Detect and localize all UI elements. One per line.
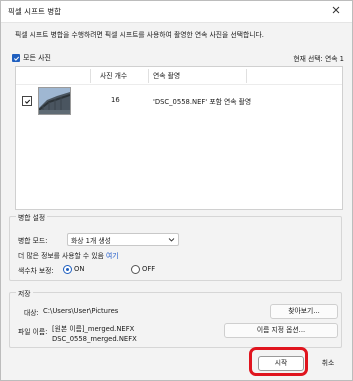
filename-pattern: [원본 이름]_merged.NEFX (52, 325, 135, 333)
select-all-checkbox[interactable]: 모든 사진 (12, 53, 51, 63)
destination-label: 대상: (24, 309, 39, 317)
merge-settings-label: 병합 설정 (16, 212, 48, 222)
radio-off[interactable] (131, 265, 140, 274)
radio-on-label[interactable]: ON (74, 265, 84, 273)
start-button[interactable]: 시작 (258, 356, 304, 371)
save-group-label: 저장 (16, 288, 33, 298)
merge-mode-label: 병합 모드: (18, 237, 48, 245)
chevron-down-icon (168, 236, 175, 243)
pixel-shift-merge-dialog: 픽셀 시프트 병합 픽셀 시프트 병합을 수행하려면 픽셀 시프트를 사용하여 … (0, 0, 353, 381)
column-header-count[interactable]: 사진 개수 (100, 69, 127, 83)
close-icon[interactable] (330, 4, 342, 16)
column-separator (90, 69, 91, 83)
more-info-link[interactable]: 여기 (106, 252, 119, 260)
naming-options-button[interactable]: 이름 지정 옵션... (224, 323, 338, 338)
checkbox-checked-icon (12, 54, 20, 62)
merge-mode-select[interactable]: 화상 1개 생성 (67, 233, 179, 246)
burst-description: 'DSC_0558.NEF' 포함 연속 촬영 (153, 98, 252, 106)
filename-label: 파일 이름: (18, 328, 48, 336)
row-checkbox[interactable] (22, 96, 32, 106)
browse-button[interactable]: 찾아보기... (270, 304, 338, 319)
instruction-text: 픽셀 시프트 병합을 수행하려면 픽셀 시프트를 사용하여 촬영한 연속 사진을… (15, 31, 264, 39)
save-group: 저장 대상: C:\Users\User\Pictures 찾아보기... 파일… (9, 288, 342, 348)
photo-thumbnail (38, 87, 71, 115)
radio-off-label[interactable]: OFF (142, 265, 155, 273)
more-info-label: 더 많은 정보를 사용할 수 있음 (18, 252, 104, 260)
destination-path: C:\Users\User\Pictures (43, 307, 119, 315)
burst-list: 사진 개수 연속 촬영 16 'DSC_0558.NEF' 포함 연속 촬영 (15, 66, 343, 210)
radio-on[interactable] (63, 265, 72, 274)
column-header-burst[interactable]: 연속 촬영 (153, 69, 180, 83)
more-info-text: 더 많은 정보를 사용할 수 있음 여기 (18, 250, 119, 260)
cancel-button[interactable]: 취소 (313, 356, 343, 371)
selection-status: 현재 선택: 연속 1 (293, 55, 344, 63)
list-item[interactable]: 16 'DSC_0558.NEF' 포함 연속 촬영 (16, 85, 342, 115)
filename-example: DSC_0558_merged.NEFX (52, 335, 137, 343)
column-separator (148, 69, 149, 83)
merge-mode-value: 화상 1개 생성 (71, 237, 111, 245)
color-correction-label: 색수차 보정: (18, 267, 54, 275)
photo-count: 16 (111, 96, 120, 104)
column-separator (246, 69, 247, 83)
window-title: 픽셀 시프트 병합 (8, 7, 62, 16)
select-all-label: 모든 사진 (23, 54, 51, 62)
title-bar: 픽셀 시프트 병합 (1, 1, 352, 23)
merge-settings-group: 병합 설정 병합 모드: 화상 1개 생성 더 많은 정보를 사용할 수 있음 … (9, 212, 342, 281)
